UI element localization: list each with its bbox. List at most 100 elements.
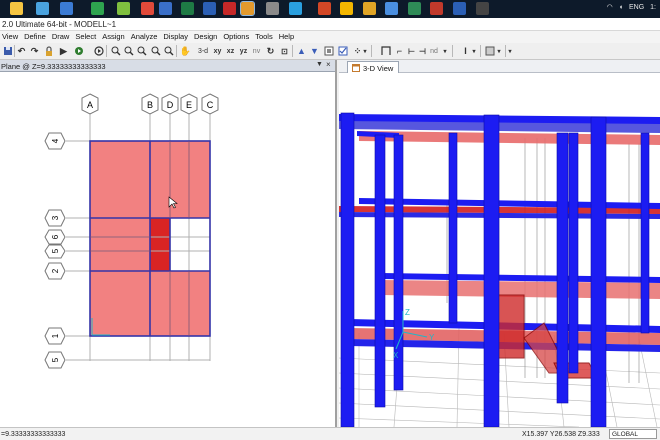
menu-analyze[interactable]: Analyze <box>131 31 164 43</box>
slab-panel-selected[interactable] <box>150 218 170 271</box>
chrome-icon[interactable] <box>385 2 398 15</box>
move-up-icon[interactable]: ▲ <box>296 45 307 57</box>
move-down-icon[interactable]: ▼ <box>309 45 320 57</box>
pan-hand-icon[interactable]: ✋ <box>180 45 191 57</box>
volume-icon[interactable]: ◖ <box>619 4 623 11</box>
word2-icon[interactable] <box>453 2 466 15</box>
menu-select[interactable]: Select <box>75 31 102 43</box>
downloads-icon[interactable] <box>408 2 421 15</box>
zoom-previous-icon[interactable] <box>150 45 161 57</box>
slab-panel[interactable] <box>150 141 210 218</box>
terminal-icon[interactable] <box>476 2 489 15</box>
powerpoint-icon[interactable] <box>318 2 331 15</box>
tab-3d-view-label: 3-D View <box>363 63 394 73</box>
view-nv-button[interactable]: nv <box>251 45 262 57</box>
clock[interactable]: 1: <box>650 4 656 11</box>
menu-options[interactable]: Options <box>223 31 255 43</box>
excel-icon[interactable] <box>181 2 194 15</box>
check-model-icon[interactable] <box>337 45 348 57</box>
draw-line-icon[interactable]: ⌐ <box>394 45 405 57</box>
word-icon[interactable] <box>203 2 216 15</box>
menu-display[interactable]: Display <box>163 31 194 43</box>
edge-icon[interactable] <box>91 2 104 15</box>
grid-bubble-b[interactable]: B <box>141 93 159 115</box>
skype-icon[interactable] <box>289 2 302 15</box>
grid-bubble-a[interactable]: A <box>81 93 99 115</box>
language-indicator[interactable]: ENG <box>629 4 644 11</box>
window-menu-icon[interactable]: ▼ <box>316 61 323 68</box>
snap-end-icon[interactable]: ⊣ <box>417 45 428 57</box>
wifi-icon[interactable]: ◠ <box>607 3 613 11</box>
matlab-icon[interactable] <box>159 2 172 15</box>
snap-dropdown-icon[interactable]: ▾ <box>362 45 368 57</box>
set-display-options-icon[interactable] <box>323 45 334 57</box>
zoom-in-icon[interactable] <box>110 45 121 57</box>
lock-icon[interactable] <box>43 45 54 57</box>
draw-area-icon[interactable] <box>484 45 495 57</box>
menu-define[interactable]: Define <box>24 31 52 43</box>
slab-panel[interactable] <box>90 141 150 218</box>
run-analysis-icon[interactable] <box>73 45 84 57</box>
grid-bubble-d[interactable]: D <box>161 93 179 115</box>
plan-view-canvas[interactable]: A B D E C 4 3 6 5 2 1 5 <box>0 60 335 427</box>
coordinate-system-select[interactable]: GLOBAL <box>609 429 657 439</box>
undo-icon[interactable]: ↶ <box>16 45 27 57</box>
calculator-icon[interactable] <box>266 2 279 15</box>
select-pointer-icon[interactable]: ▶ <box>58 45 69 57</box>
slab-panel[interactable] <box>90 218 150 271</box>
section-i-icon[interactable]: I <box>460 45 471 57</box>
draw-frame-icon[interactable] <box>380 45 391 57</box>
menu-view[interactable]: View <box>0 31 24 43</box>
menu-tools[interactable]: Tools <box>255 31 279 43</box>
section-dropdown-icon[interactable]: ▾ <box>471 45 477 57</box>
view-yz-button[interactable]: yz <box>238 45 249 57</box>
grid-bubble-1[interactable]: 1 <box>44 327 66 345</box>
save-icon[interactable] <box>2 45 13 57</box>
grid-bubble-6[interactable]: 6 <box>44 229 66 245</box>
status-plane-text: =9.33333333333333 <box>1 431 66 438</box>
zoom-out-icon[interactable] <box>136 45 147 57</box>
rubber-band-icon[interactable]: ⊡ <box>279 45 290 57</box>
media-player-icon[interactable] <box>117 2 130 15</box>
tab-3d-view[interactable]: 3-D View <box>347 61 400 73</box>
menu-design[interactable]: Design <box>194 31 223 43</box>
toolbar-overflow-icon[interactable]: ▾ <box>507 45 513 57</box>
grid-bubble-2[interactable]: 2 <box>44 262 66 280</box>
monitor-icon[interactable] <box>36 2 49 15</box>
close-icon[interactable]: × <box>326 60 331 69</box>
snap-middle-icon[interactable]: ⊢ <box>406 45 417 57</box>
file-explorer-icon[interactable] <box>10 2 23 15</box>
slab-panel[interactable] <box>90 271 150 336</box>
etabs-icon[interactable] <box>240 1 255 16</box>
grid-bubble-3[interactable]: 3 <box>44 209 66 227</box>
zoom-extents-icon[interactable] <box>163 45 174 57</box>
redo-icon[interactable]: ↷ <box>29 45 40 57</box>
area-dropdown-icon[interactable]: ▾ <box>496 45 502 57</box>
slab-panel[interactable] <box>150 271 210 336</box>
rotate-icon[interactable]: ↻ <box>265 45 276 57</box>
menu-assign[interactable]: Assign <box>102 31 131 43</box>
run-design-icon[interactable] <box>93 45 104 57</box>
store-icon[interactable] <box>60 2 73 15</box>
grid-bubble-5-upper[interactable]: 5 <box>44 244 66 259</box>
3d-model-canvas[interactable]: Z Y X <box>339 73 660 427</box>
autocad-icon[interactable] <box>223 2 236 15</box>
gmail-icon[interactable] <box>141 2 154 15</box>
snap-perp-dropdown-icon[interactable]: ▾ <box>442 45 448 57</box>
menu-help[interactable]: Help <box>279 31 300 43</box>
zoom-window-icon[interactable] <box>123 45 134 57</box>
notes-icon[interactable] <box>340 2 353 15</box>
snap-nd-button[interactable]: nd <box>428 45 440 57</box>
view-xz-button[interactable]: xz <box>225 45 236 57</box>
3d-view-pane[interactable]: 3-D View Z Y X <box>339 60 660 427</box>
plan-view-pane[interactable]: A B D E C 4 3 6 5 2 1 5 Plane @ Z=9.3333… <box>0 60 337 427</box>
view-3d-button[interactable]: 3-d <box>196 45 210 57</box>
folder-icon[interactable] <box>363 2 376 15</box>
grid-bubble-4[interactable]: 4 <box>44 132 66 150</box>
grid-bubble-5-lower[interactable]: 5 <box>44 351 66 369</box>
menu-draw[interactable]: Draw <box>52 31 76 43</box>
pdf-icon[interactable] <box>430 2 443 15</box>
grid-bubble-e[interactable]: E <box>180 93 198 115</box>
grid-bubble-c[interactable]: C <box>201 93 219 115</box>
view-xy-button[interactable]: xy <box>212 45 223 57</box>
